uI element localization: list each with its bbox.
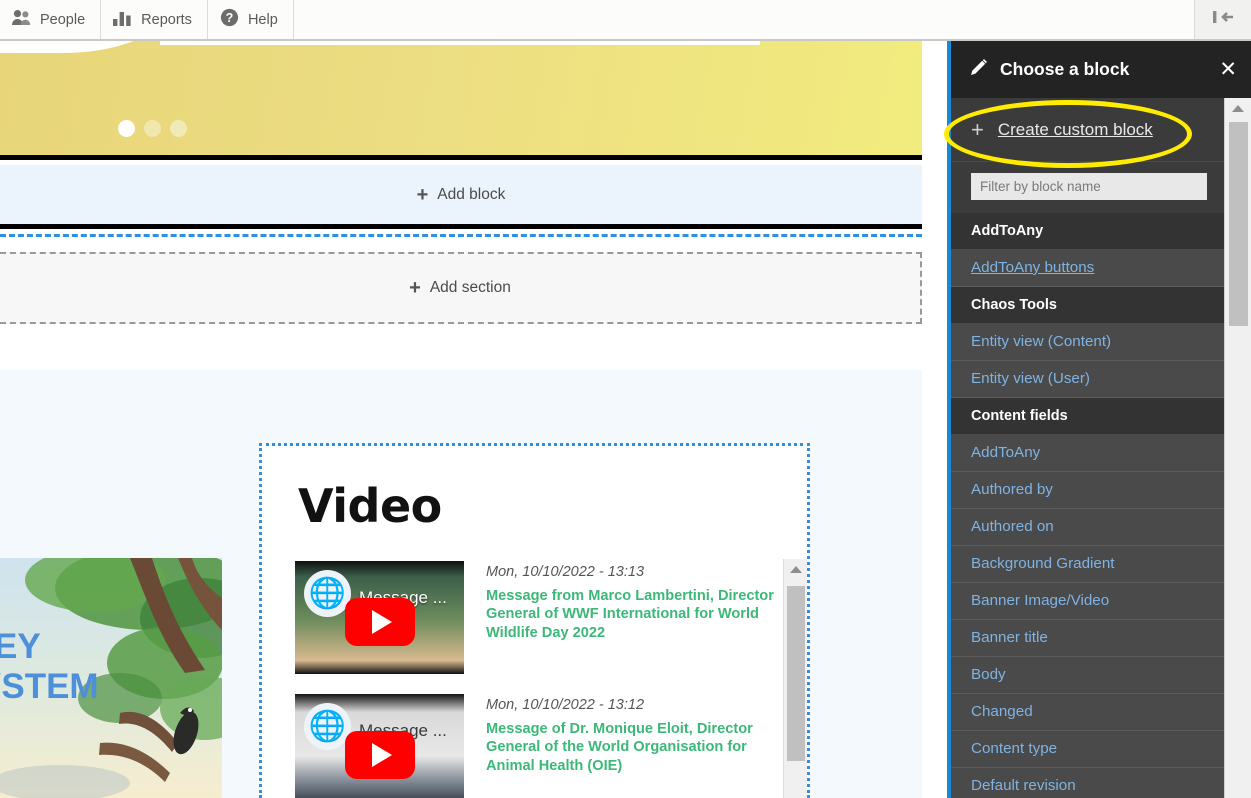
choose-block-panel: Choose a block ✕ + Create custom block A… <box>947 41 1251 798</box>
hero-banner <box>0 41 922 160</box>
scroll-up-arrow-icon[interactable] <box>1232 105 1244 112</box>
block-list-item[interactable]: Authored on <box>951 509 1224 546</box>
video-list-scrollbar[interactable] <box>783 559 807 798</box>
block-link[interactable]: Body <box>971 666 1006 683</box>
toolbar-item-reports[interactable]: Reports <box>101 0 208 39</box>
question-circle-icon: ? <box>220 8 239 31</box>
video-title-link[interactable]: Message from Marco Lambertini, Director … <box>486 587 780 642</box>
block-link[interactable]: Content type <box>971 740 1057 757</box>
filter-input[interactable] <box>971 173 1207 200</box>
plus-icon: + <box>409 277 421 299</box>
video-list-item[interactable]: 🌐 Message ... Mon, 10/10/2022 - 13:12 Me… <box>295 694 780 798</box>
svg-text:?: ? <box>226 11 234 25</box>
block-link[interactable]: Background Gradient <box>971 555 1115 572</box>
toolbar-item-label: Reports <box>141 11 192 28</box>
admin-toolbar: People Reports ? Help <box>0 0 1251 41</box>
panel-scrollbar[interactable] <box>1224 98 1251 798</box>
toolbar-spacer <box>294 0 1195 39</box>
screen-root: People Reports ? Help + Add block + Add … <box>0 0 1251 798</box>
scroll-up-arrow-icon[interactable] <box>789 566 802 573</box>
svg-text:I: I <box>0 705 2 744</box>
block-group-header: Content fields <box>951 398 1224 435</box>
add-block-inner: + Add block <box>417 185 506 205</box>
pencil-icon <box>969 58 988 82</box>
block-link[interactable]: Banner title <box>971 629 1048 646</box>
add-section-inner: + Add section <box>409 278 511 298</box>
collapse-sidebar-icon <box>1211 9 1235 30</box>
carousel-dot-active[interactable] <box>118 120 135 137</box>
block-list-item[interactable]: Banner Image/Video <box>951 583 1224 620</box>
add-block-label: Add block <box>437 185 506 203</box>
block-group-header: AddToAny <box>951 213 1224 250</box>
video-title-link[interactable]: Message of Dr. Monique Eloit, Director G… <box>486 720 780 775</box>
youtube-play-icon[interactable] <box>344 731 415 780</box>
panel-body: + Create custom block AddToAny AddToAny … <box>951 98 1251 798</box>
scrollbar-thumb[interactable] <box>1229 122 1248 326</box>
scrollbar-thumb[interactable] <box>787 586 805 761</box>
toolbar-item-label: People <box>40 11 86 28</box>
video-thumbnail[interactable]: 🌐 Message ... <box>295 561 464 674</box>
toolbar-item-people[interactable]: People <box>0 0 102 39</box>
close-icon[interactable]: ✕ <box>1219 59 1237 80</box>
toolbar-item-label: Help <box>247 11 278 28</box>
block-link[interactable]: Entity view (Content) <box>971 333 1111 350</box>
video-list: 🌐 Message ... Mon, 10/10/2022 - 13:13 Me… <box>295 561 780 798</box>
block-group-header: Chaos Tools <box>951 287 1224 324</box>
illustration-image: EY YSTEM I <box>0 558 222 798</box>
hero-notch-right <box>160 41 760 45</box>
block-link[interactable]: Entity view (User) <box>971 370 1090 387</box>
block-list-item[interactable]: Default revision <box>951 768 1224 798</box>
plus-icon: + <box>416 183 429 206</box>
panel-title: Choose a block <box>1000 59 1130 79</box>
collapse-sidebar-button[interactable] <box>1195 0 1251 39</box>
block-list-item[interactable]: Background Gradient <box>951 546 1224 583</box>
add-block-button[interactable]: + Add block <box>0 165 922 229</box>
video-block: Video 🌐 Message ... Mon, 10/10/2022 - 13… <box>259 443 810 798</box>
video-meta: Mon, 10/10/2022 - 13:12 Message of Dr. M… <box>486 694 780 798</box>
block-list-item[interactable]: Changed <box>951 694 1224 731</box>
block-list-item[interactable]: Body <box>951 657 1224 694</box>
video-date: Mon, 10/10/2022 - 13:12 <box>486 697 645 713</box>
block-list-item[interactable]: Content type <box>951 731 1224 768</box>
panel-header: Choose a block ✕ <box>951 41 1251 98</box>
svg-text:YSTEM: YSTEM <box>0 667 99 706</box>
people-icon <box>12 9 31 30</box>
video-list-item[interactable]: 🌐 Message ... Mon, 10/10/2022 - 13:13 Me… <box>295 561 780 674</box>
carousel-dots[interactable] <box>118 120 187 137</box>
bar-chart-icon <box>113 9 132 30</box>
add-section-label: Add section <box>429 279 511 296</box>
filter-wrapper <box>951 162 1224 213</box>
block-link[interactable]: Default revision <box>971 777 1076 794</box>
youtube-play-icon[interactable] <box>344 598 415 647</box>
carousel-dot[interactable] <box>170 120 187 137</box>
block-link[interactable]: AddToAny buttons <box>971 259 1094 276</box>
video-thumbnail[interactable]: 🌐 Message ... <box>295 694 464 798</box>
video-block-title: Video <box>298 479 442 533</box>
video-meta: Mon, 10/10/2022 - 13:13 Message from Mar… <box>486 561 780 674</box>
block-list-item[interactable]: AddToAny <box>951 435 1224 472</box>
block-link[interactable]: Banner Image/Video <box>971 592 1109 609</box>
create-custom-block-link[interactable]: Create custom block <box>998 120 1153 140</box>
block-list-item[interactable]: AddToAny buttons <box>951 250 1224 287</box>
block-list-item[interactable]: Banner title <box>951 620 1224 657</box>
plus-icon: + <box>971 116 984 142</box>
svg-text:EY: EY <box>0 627 41 666</box>
create-custom-block-row[interactable]: + Create custom block <box>951 98 1224 162</box>
block-list-item[interactable]: Entity view (Content) <box>951 324 1224 361</box>
hero-notch-left <box>0 41 162 53</box>
block-link[interactable]: AddToAny <box>971 444 1040 461</box>
block-link[interactable]: Changed <box>971 703 1033 720</box>
toolbar-item-help[interactable]: ? Help <box>207 0 294 39</box>
block-link[interactable]: Authored by <box>971 481 1053 498</box>
block-list-item[interactable]: Entity view (User) <box>951 361 1224 398</box>
add-section-button[interactable]: + Add section <box>0 252 922 324</box>
carousel-dot[interactable] <box>144 120 161 137</box>
block-link[interactable]: Authored on <box>971 518 1054 535</box>
video-date: Mon, 10/10/2022 - 13:13 <box>486 564 645 580</box>
block-list-item[interactable]: Authored by <box>951 472 1224 509</box>
section-divider-dashed <box>0 234 922 237</box>
